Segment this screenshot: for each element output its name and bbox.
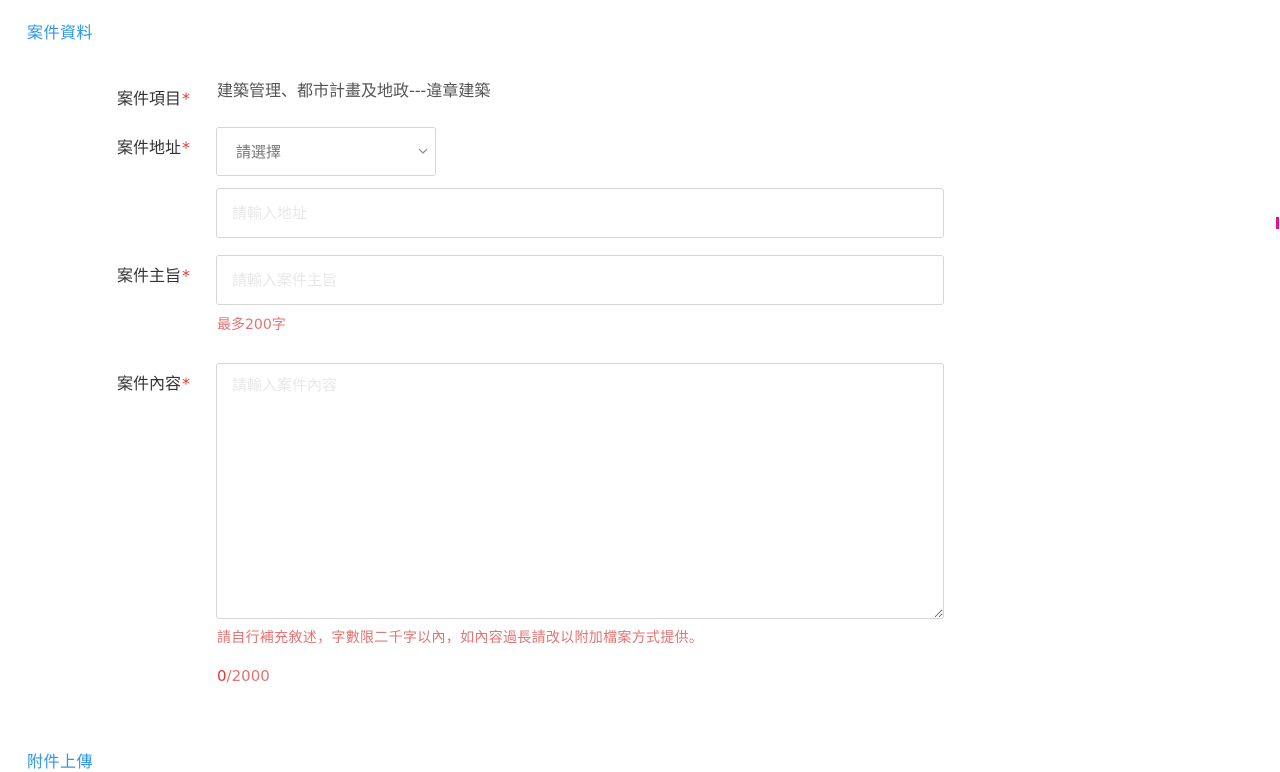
- required-mark: *: [182, 374, 191, 393]
- required-mark: *: [182, 138, 191, 157]
- section-title-attachments: 附件上傳: [27, 752, 94, 771]
- subject-max-hint: 最多200字: [217, 317, 286, 333]
- case-item-value: 建築管理、都市計畫及地政---違章建築: [217, 81, 491, 100]
- content-textarea[interactable]: [216, 363, 944, 619]
- required-mark: *: [182, 89, 191, 108]
- case-content-label-text: 案件內容: [117, 374, 182, 393]
- required-mark: *: [182, 266, 191, 285]
- chevron-down-icon: [418, 148, 428, 154]
- case-subject-label: 案件主旨*: [117, 266, 197, 286]
- edge-indicator: [1276, 217, 1279, 229]
- case-address-label: 案件地址*: [117, 138, 197, 158]
- character-counter-max: /2000: [226, 667, 270, 685]
- district-select[interactable]: 請選擇: [216, 127, 436, 176]
- case-item-label-text: 案件項目: [117, 89, 182, 108]
- address-detail-input[interactable]: [216, 188, 944, 238]
- content-hint: 請自行補充敘述，字數限二千字以內，如內容過長請改以附加檔案方式提供。: [217, 630, 704, 646]
- case-item-label: 案件項目*: [117, 89, 197, 109]
- character-counter-current: 0: [217, 667, 227, 685]
- case-content-label: 案件內容*: [117, 374, 197, 394]
- subject-input[interactable]: [216, 255, 944, 305]
- case-address-label-text: 案件地址: [117, 138, 182, 157]
- case-subject-label-text: 案件主旨: [117, 266, 182, 285]
- section-title-case-info: 案件資料: [27, 23, 94, 42]
- district-select-value: 請選擇: [236, 143, 282, 161]
- character-counter: 0/2000: [217, 666, 270, 686]
